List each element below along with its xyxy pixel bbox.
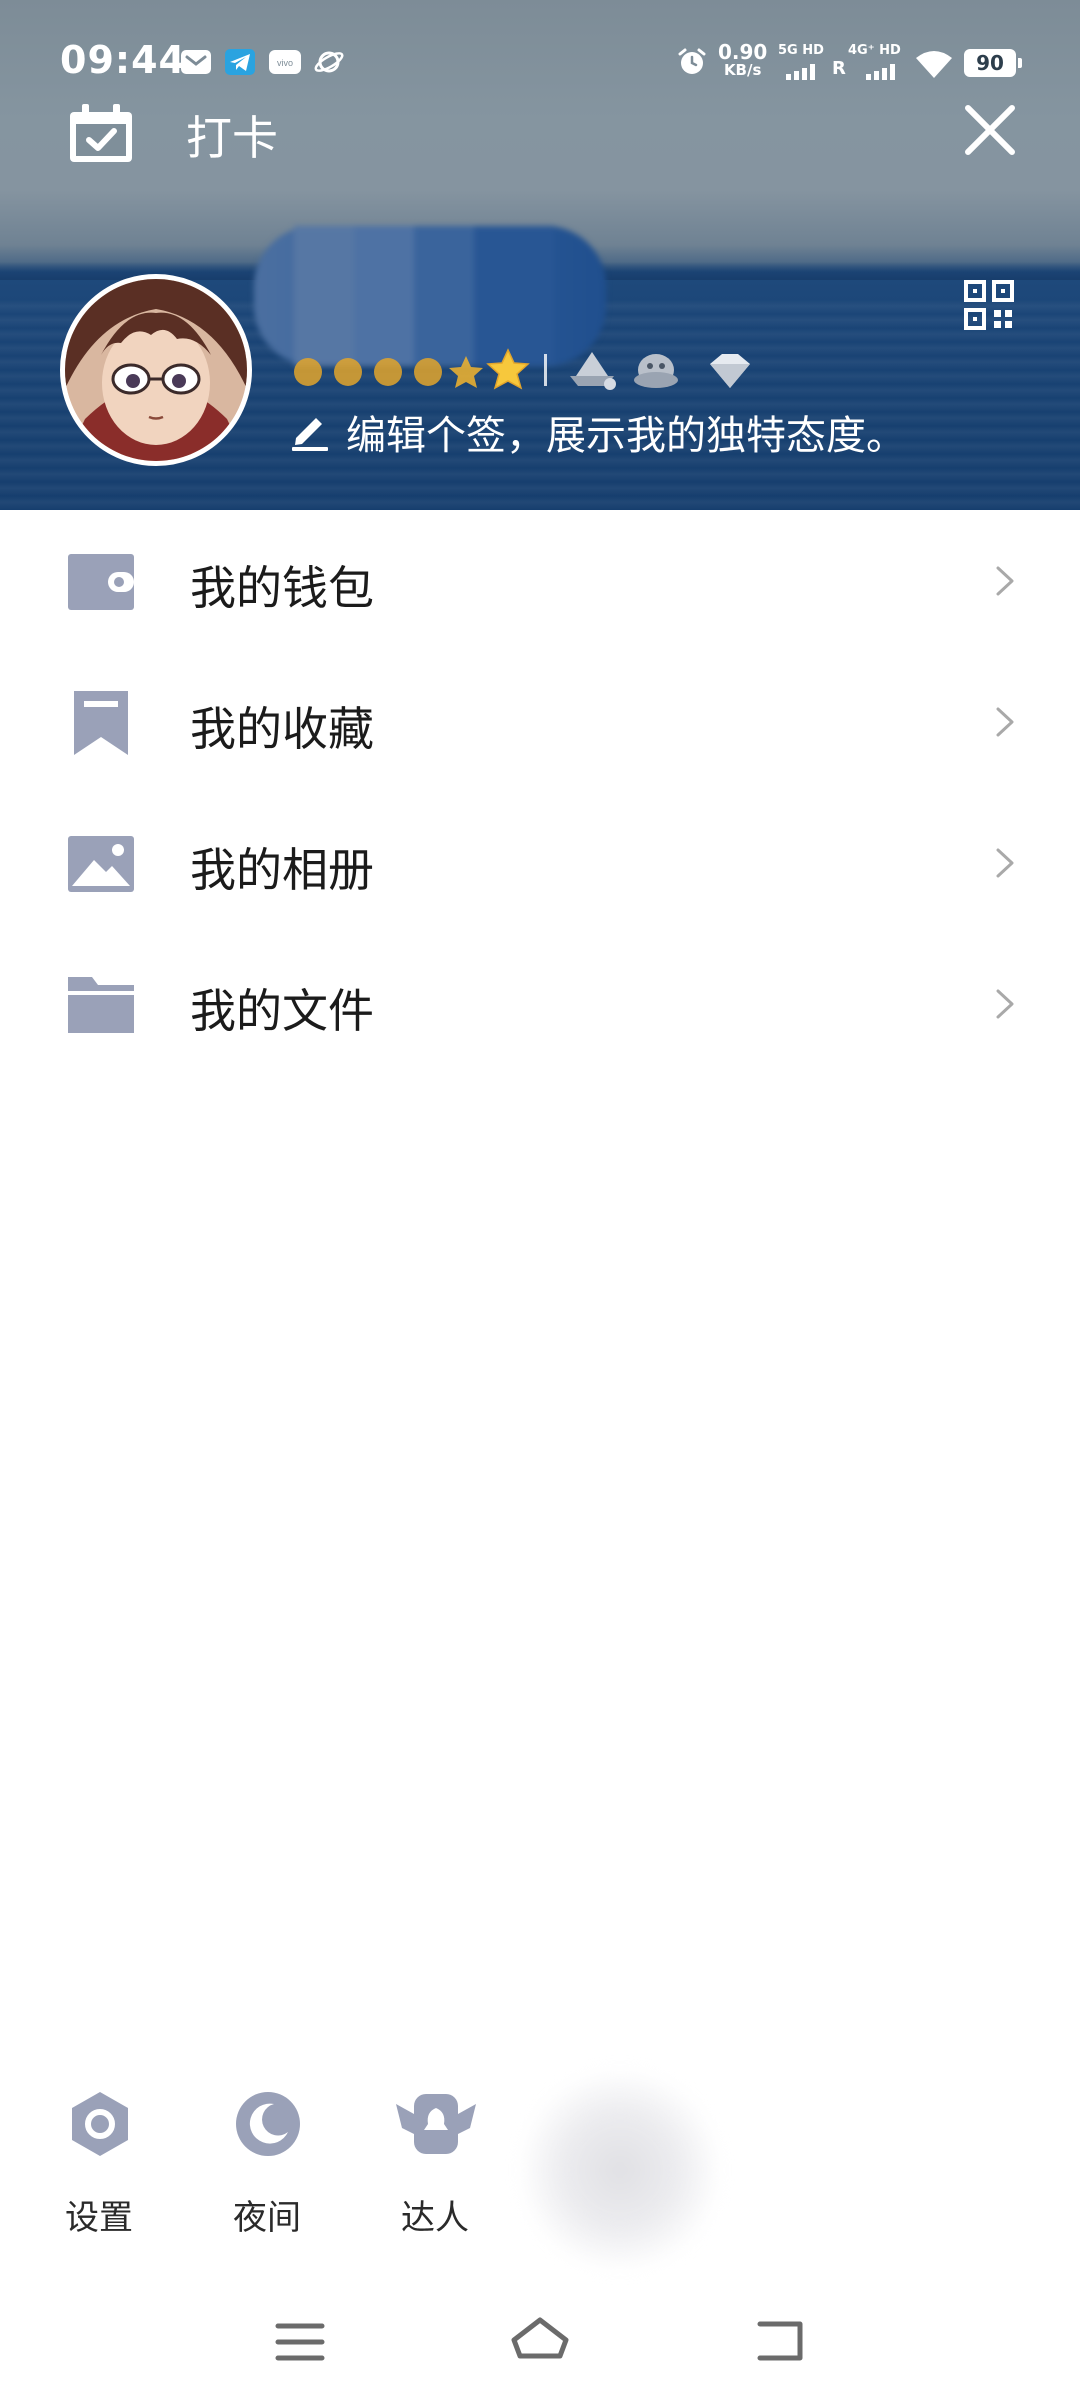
roaming-indicator: R (832, 58, 846, 79)
back-icon[interactable] (750, 2312, 810, 2372)
bottom-tools: 设置 夜间 达人 (0, 2070, 1080, 2270)
mail-icon (180, 48, 212, 76)
menu-label: 我的相册 (190, 843, 374, 897)
menu-item-wallet[interactable]: 我的钱包 (0, 510, 1080, 650)
menu-item-files[interactable]: 我的文件 (0, 933, 1080, 1073)
tool-label: 达人 (401, 2198, 469, 2238)
gem-badge-icon (710, 354, 750, 388)
penguin-badge-icon (634, 354, 678, 388)
wifi-icon (914, 48, 954, 80)
net-speed: 0.90 KB/s (718, 42, 767, 78)
status-bar: 09:44 vivo 0.90 KB/s 5G HD R 4G⁺ HD 90 (0, 0, 1080, 120)
sim2-label: 4G⁺ HD (848, 43, 901, 58)
vivo-icon: vivo (268, 48, 301, 76)
menu-item-favorites[interactable]: 我的收藏 (0, 651, 1080, 791)
tool-settings[interactable]: 设置 (44, 2090, 154, 2250)
settings-hexagon-icon (66, 2090, 134, 2158)
menu-label: 我的文件 (190, 984, 374, 1038)
sim1-label: 5G HD (778, 43, 824, 58)
sim1-signal-icon (786, 62, 815, 80)
signature-row[interactable]: 编辑个签，展示我的独特态度。 (288, 404, 906, 460)
close-icon[interactable] (960, 100, 1020, 160)
planet-icon (312, 48, 344, 76)
wallet-icon (66, 550, 136, 614)
status-time: 09:44 (60, 38, 186, 82)
avatar[interactable] (60, 274, 252, 466)
edit-pencil-icon (288, 408, 332, 456)
net-speed-unit: KB/s (723, 61, 762, 79)
blurred-tool[interactable] (520, 2070, 720, 2270)
menu-item-album[interactable]: 我的相册 (0, 792, 1080, 932)
menu-label: 我的收藏 (190, 702, 374, 756)
chevron-right-icon (994, 562, 1018, 600)
battery-indicator: 90 (964, 49, 1022, 77)
alarm-icon (676, 46, 708, 78)
chevron-right-icon (994, 703, 1018, 741)
svg-text:vivo: vivo (277, 58, 293, 68)
calendar-check-icon[interactable] (68, 104, 134, 164)
folder-icon (66, 973, 136, 1037)
tool-night-mode[interactable]: 夜间 (212, 2090, 322, 2250)
checkin-label[interactable]: 打卡 (186, 102, 278, 168)
system-nav-bar (0, 2300, 1080, 2408)
username-blurred[interactable] (254, 226, 606, 366)
qr-code-icon[interactable] (964, 280, 1014, 330)
winged-badge-icon (396, 2090, 476, 2158)
tool-label: 设置 (65, 2198, 133, 2238)
telegram-icon (224, 48, 256, 76)
menu-icon[interactable] (270, 2312, 330, 2372)
home-icon[interactable] (508, 2312, 572, 2372)
level-badges[interactable] (290, 346, 850, 392)
moon-icon (234, 2090, 302, 2158)
image-icon (66, 832, 136, 896)
bookmark-icon (66, 691, 136, 755)
chevron-right-icon (994, 985, 1018, 1023)
signature-text: 编辑个签，展示我的独特态度。 (346, 413, 906, 459)
sim2-signal-icon (866, 62, 895, 80)
menu-label: 我的钱包 (190, 561, 374, 615)
tool-expert[interactable]: 达人 (380, 2090, 490, 2250)
chevron-right-icon (994, 844, 1018, 882)
tool-label: 夜间 (233, 2198, 301, 2238)
ship-badge-icon (570, 352, 616, 390)
profile-header: 09:44 vivo 0.90 KB/s 5G HD R 4G⁺ HD 90 打… (0, 0, 1080, 510)
